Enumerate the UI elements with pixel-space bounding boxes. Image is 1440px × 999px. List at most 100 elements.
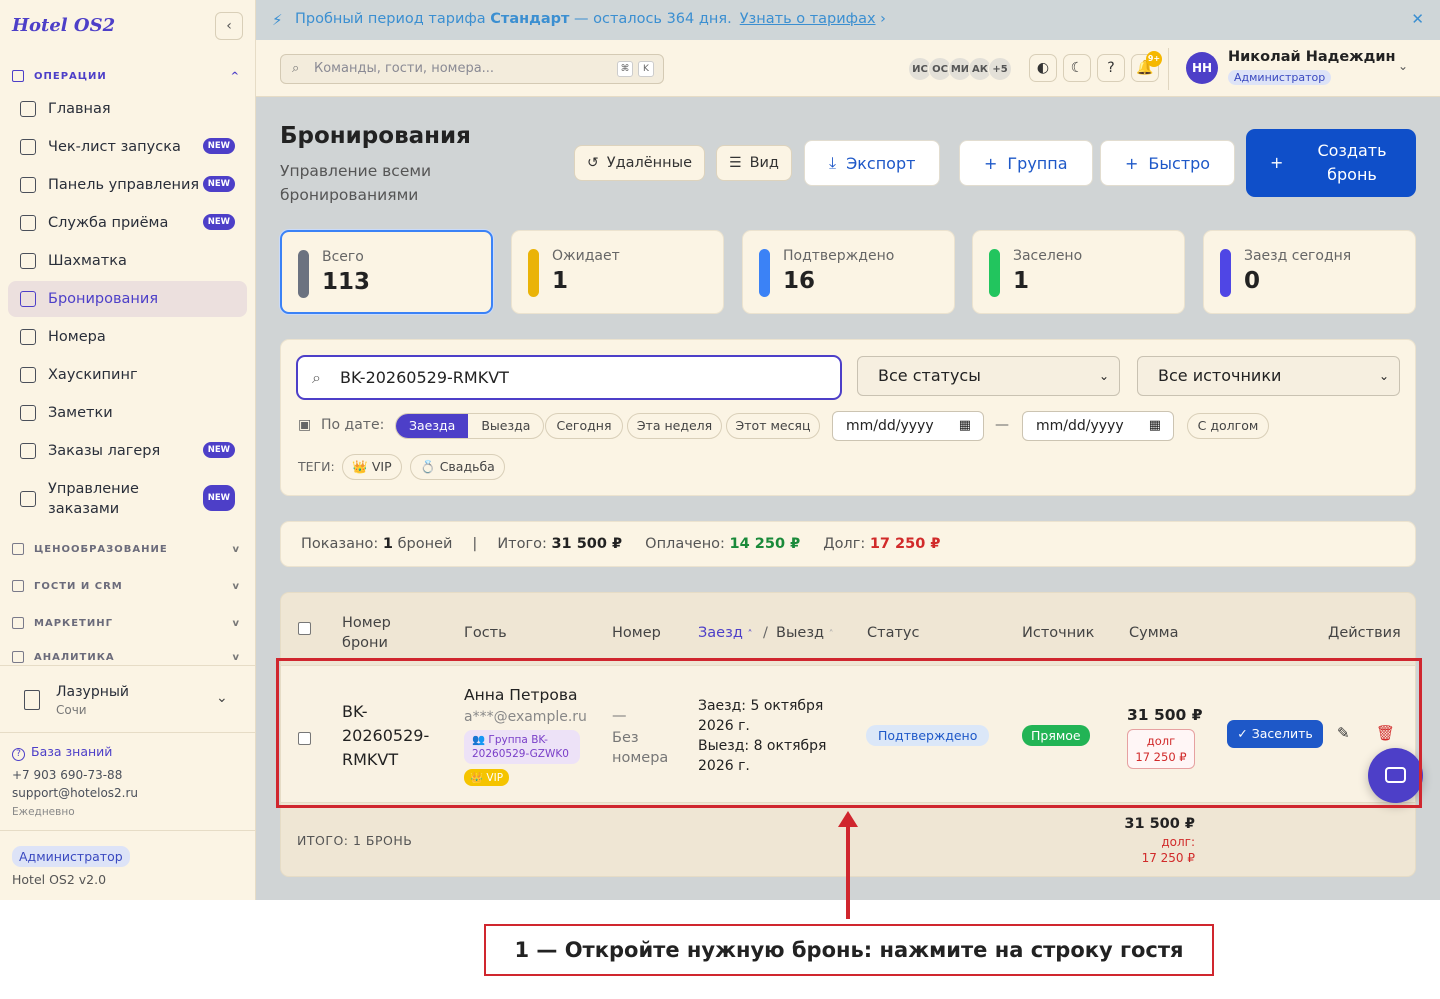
- status-select[interactable]: Все статусы ⌄: [857, 356, 1120, 396]
- tariffs-link[interactable]: Узнать о тарифах: [740, 11, 876, 27]
- sidebar-item-label: Главная: [48, 101, 111, 117]
- create-booking-button[interactable]: + Создать бронь: [1246, 129, 1416, 197]
- group-badge[interactable]: 👥 Группа BK-20260529-GZWK0: [464, 730, 580, 764]
- guest-name[interactable]: Анна Петрова: [464, 686, 577, 704]
- stat-label: Всего: [322, 249, 364, 265]
- col-checkin[interactable]: Заезд ˄: [698, 623, 752, 645]
- theme-palette-button[interactable]: ◐: [1029, 54, 1057, 82]
- kbd-cmd: ⌘: [617, 61, 633, 77]
- room-none: Без номера: [612, 730, 669, 766]
- seg-checkout[interactable]: Выезда: [468, 414, 543, 438]
- booking-search-input[interactable]: ⌕ BK-20260529-RMKVT: [296, 355, 842, 400]
- deleted-button[interactable]: ↺ Удалённые: [574, 145, 705, 181]
- sidebar-item-camp-orders[interactable]: Заказы лагеря NEW: [8, 433, 247, 469]
- checkout-date: Выезд: 8 октября 2026 г.: [698, 738, 827, 774]
- chat-button[interactable]: [1368, 748, 1423, 803]
- seg-checkin[interactable]: Заезда: [396, 414, 469, 438]
- user-name[interactable]: Николай Надеждин: [1228, 49, 1396, 65]
- group-button[interactable]: + Группа: [959, 140, 1093, 186]
- stat-card-confirmed[interactable]: Подтверждено 16: [742, 230, 955, 314]
- date-to-input[interactable]: mm/dd/yyyy ▦: [1022, 411, 1174, 441]
- col-checkin-label: Заезд: [698, 625, 743, 641]
- palette-icon: ◐: [1036, 60, 1050, 76]
- edit-icon[interactable]: ✎: [1337, 724, 1350, 742]
- total-debt-value: 17 250 ₽: [1141, 851, 1195, 865]
- sidebar-item-label: Номера: [48, 329, 106, 345]
- col-guest[interactable]: Гость: [464, 623, 507, 643]
- source-select[interactable]: Все источники ⌄: [1137, 356, 1400, 396]
- stat-card-arrivals-today[interactable]: Заезд сегодня 0: [1203, 230, 1416, 314]
- command-search-input[interactable]: ⌕ Команды, гости, номера... ⌘ K: [280, 54, 664, 84]
- card-icon: [12, 543, 24, 555]
- support-phone[interactable]: +7 903 690-73-88: [12, 768, 122, 782]
- support-email[interactable]: support@hotelos2.ru: [12, 786, 138, 800]
- section-operations[interactable]: ОПЕРАЦИИ ^: [12, 67, 244, 85]
- date-from-placeholder: mm/dd/yyyy: [846, 418, 934, 434]
- sidebar-item-rooms[interactable]: Номера: [8, 319, 247, 355]
- chevron-down-icon: v: [232, 543, 240, 555]
- section-analytics[interactable]: АНАЛИТИКА v: [12, 651, 244, 663]
- filter-this-week[interactable]: Эта неделя: [627, 413, 722, 439]
- col-source[interactable]: Источник: [1022, 623, 1094, 643]
- row-checkbox[interactable]: [298, 732, 311, 745]
- stat-card-pending[interactable]: Ожидает 1: [511, 230, 724, 314]
- sidebar-item-chessboard[interactable]: Шахматка: [8, 243, 247, 279]
- col-amount[interactable]: Сумма: [1129, 623, 1178, 643]
- sidebar-item-front-desk[interactable]: Служба приёма NEW: [8, 205, 247, 241]
- total-label: Итого:: [497, 536, 547, 552]
- date-from-input[interactable]: mm/dd/yyyy ▦: [832, 411, 984, 441]
- tag-vip[interactable]: 👑 VIP: [342, 454, 402, 480]
- new-badge: NEW: [202, 485, 235, 511]
- col-booking-no[interactable]: Номер брони: [342, 613, 412, 653]
- view-button[interactable]: ☰ Вид: [716, 145, 792, 181]
- quick-button[interactable]: + Быстро: [1100, 140, 1236, 186]
- section-label: АНАЛИТИКА: [34, 651, 115, 663]
- quick-label: Быстро: [1148, 153, 1211, 173]
- brand-logo[interactable]: Hotel OS2: [12, 15, 115, 36]
- filter-this-month[interactable]: Этот месяц: [726, 413, 820, 439]
- stat-card-total[interactable]: Всего 113: [280, 230, 493, 314]
- paid-label: Оплачено:: [645, 536, 725, 552]
- collapse-sidebar-button[interactable]: ‹: [215, 12, 243, 40]
- section-guests-crm[interactable]: ГОСТИ И CRM v: [12, 577, 244, 595]
- close-icon[interactable]: ✕: [1411, 10, 1424, 28]
- chevron-down-icon[interactable]: ⌄: [1398, 59, 1408, 73]
- knowledge-base-link[interactable]: ? База знаний: [12, 744, 112, 761]
- stat-label: Заезд сегодня: [1244, 248, 1352, 264]
- stat-card-checked-in[interactable]: Заселено 1: [972, 230, 1185, 314]
- sidebar-item-dashboard[interactable]: Панель управления NEW: [8, 167, 247, 203]
- tags-label: ТЕГИ:: [298, 459, 335, 474]
- sidebar-item-bookings[interactable]: Бронирования: [8, 281, 247, 317]
- dark-mode-button[interactable]: ☾: [1063, 54, 1091, 82]
- booking-number[interactable]: BK-20260529-RMKVT: [342, 700, 438, 772]
- hotel-switcher[interactable]: Лазурный Сочи ⌄: [0, 665, 256, 733]
- col-status[interactable]: Статус: [867, 623, 919, 643]
- sidebar-item-order-management[interactable]: Управление заказами NEW: [8, 476, 247, 522]
- megaphone-icon: [12, 617, 24, 629]
- stat-label: Ожидает: [552, 248, 620, 264]
- table-total-label: ИТОГО: 1 БРОНЬ: [297, 833, 413, 848]
- select-all-checkbox[interactable]: [298, 622, 311, 635]
- date-type-toggle[interactable]: Заезда Выезда: [395, 413, 545, 439]
- filter-with-debt[interactable]: С долгом: [1187, 413, 1269, 439]
- sidebar-item-launch-checklist[interactable]: Чек-лист запуска NEW: [8, 129, 247, 165]
- new-badge: NEW: [202, 442, 235, 458]
- stat-color-bar: [1220, 249, 1231, 297]
- sidebar-item-housekeeping[interactable]: Хаускипинг: [8, 357, 247, 393]
- sidebar-item-notes[interactable]: Заметки: [8, 395, 247, 431]
- chevron-down-icon: v: [232, 651, 240, 663]
- export-button[interactable]: ⤓ Экспорт: [804, 140, 941, 186]
- table-row[interactable]: BK-20260529-RMKVT Анна Петрова a***@exam…: [281, 665, 1415, 803]
- col-room[interactable]: Номер: [612, 623, 661, 643]
- col-checkout[interactable]: Выезд ˄: [776, 623, 834, 645]
- online-users[interactable]: ИС ОС МИ АК +5: [908, 57, 1012, 81]
- sidebar-item-home[interactable]: Главная: [8, 91, 247, 127]
- section-marketing[interactable]: МАРКЕТИНГ v: [12, 614, 244, 632]
- user-avatar[interactable]: НН: [1186, 52, 1218, 84]
- trash-icon[interactable]: 🗑: [1376, 724, 1395, 742]
- help-button[interactable]: ?: [1097, 54, 1125, 82]
- check-in-button[interactable]: ✓ Заселить: [1227, 720, 1323, 748]
- tag-wedding[interactable]: 💍 Свадьба: [410, 454, 505, 480]
- filter-today[interactable]: Сегодня: [545, 413, 623, 439]
- section-pricing[interactable]: ЦЕНООБРАЗОВАНИЕ v: [12, 540, 244, 558]
